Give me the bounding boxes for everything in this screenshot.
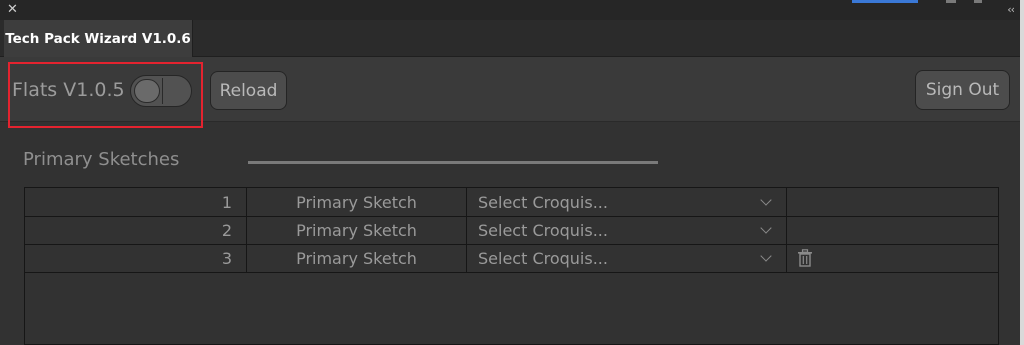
sign-out-button[interactable]: Sign Out — [915, 70, 1010, 110]
highlight-box — [8, 62, 203, 128]
window-edge — [1020, 0, 1024, 345]
section-divider — [248, 161, 658, 164]
collapse-icon[interactable]: ‹‹ — [1007, 3, 1015, 17]
croquis-select-value: Select Croquis... — [478, 220, 608, 240]
sketch-type: Primary Sketch — [247, 216, 467, 244]
top-gray-mark — [946, 0, 956, 3]
reload-button[interactable]: Reload — [210, 71, 287, 110]
sketch-type: Primary Sketch — [247, 188, 467, 216]
table-row: 3 Primary Sketch Select Croquis... — [25, 244, 998, 273]
sketch-table: 1 Primary Sketch Select Croquis... 2 Pri… — [24, 187, 999, 345]
croquis-select[interactable]: Select Croquis... — [467, 244, 787, 272]
sketch-type: Primary Sketch — [247, 244, 467, 272]
row-number: 2 — [25, 216, 247, 244]
row-actions — [787, 216, 998, 244]
top-gray-mark — [974, 0, 982, 3]
row-number: 3 — [25, 244, 247, 272]
row-number: 1 — [25, 188, 247, 216]
chevron-down-icon — [760, 222, 772, 234]
top-blue-bar — [852, 0, 918, 3]
tab-tech-pack-wizard[interactable]: Tech Pack Wizard V1.0.6 — [4, 20, 193, 57]
panel-window: ✕ ‹‹ Tech Pack Wizard V1.0.6 Flats V1.0.… — [0, 0, 1020, 345]
section-title: Primary Sketches — [23, 149, 180, 170]
croquis-select[interactable]: Select Croquis... — [467, 216, 787, 244]
chevron-down-icon — [760, 250, 772, 262]
row-actions — [787, 244, 998, 272]
croquis-select[interactable]: Select Croquis... — [467, 188, 787, 216]
row-actions — [787, 188, 998, 216]
table-row: 1 Primary Sketch Select Croquis... — [25, 188, 998, 217]
croquis-select-value: Select Croquis... — [478, 248, 608, 268]
croquis-select-value: Select Croquis... — [478, 192, 608, 212]
trash-icon[interactable] — [797, 249, 813, 267]
table-row: 2 Primary Sketch Select Croquis... — [25, 216, 998, 245]
close-icon[interactable]: ✕ — [7, 2, 18, 18]
title-bar: ✕ ‹‹ — [0, 0, 1020, 20]
chevron-down-icon — [760, 194, 772, 206]
